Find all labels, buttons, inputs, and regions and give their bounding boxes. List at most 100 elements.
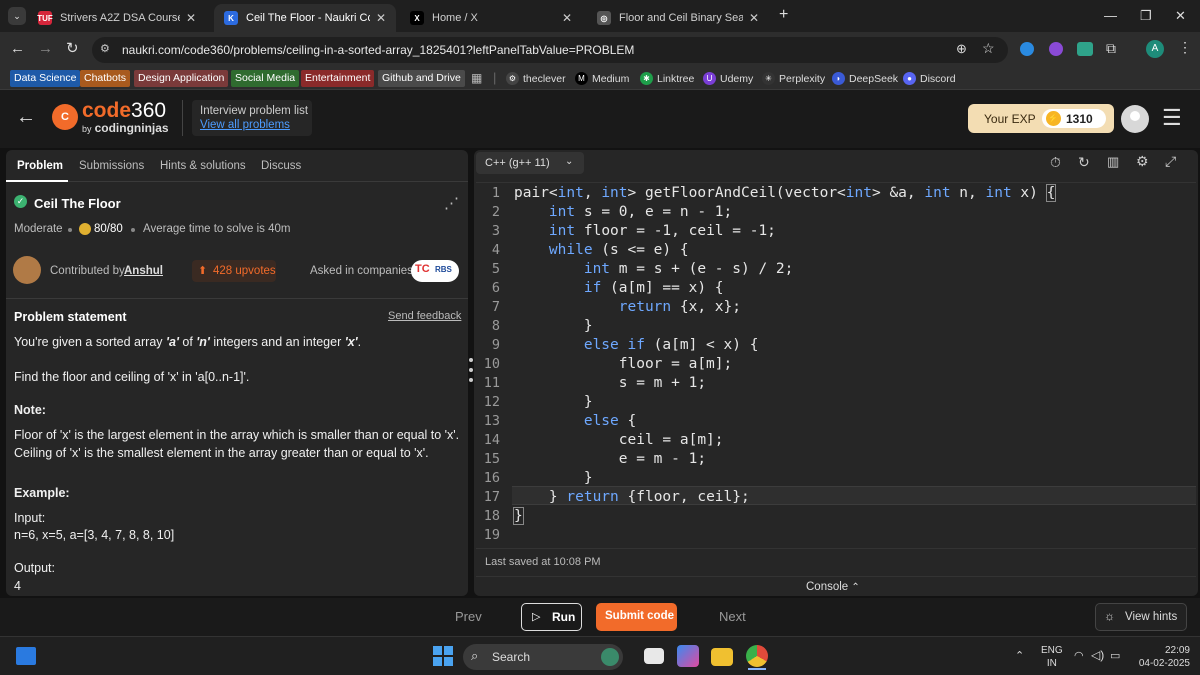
next-button[interactable]: Next <box>719 609 746 624</box>
bookmark-star-icon[interactable]: ☆ <box>982 40 995 57</box>
user-avatar[interactable] <box>1121 105 1149 133</box>
tab-problem[interactable]: Problem <box>17 160 63 172</box>
code-line: s = m + 1; <box>514 375 707 391</box>
language-indicator[interactable]: ENG IN <box>1041 644 1063 670</box>
resize-handle-dot[interactable] <box>469 368 473 372</box>
tab-search-icon[interactable]: ⌄ <box>8 7 26 25</box>
score-value: 80/80 <box>94 223 123 235</box>
timer-icon[interactable]: ⏱ <box>1050 154 1061 171</box>
resize-handle-dot[interactable] <box>469 358 473 362</box>
extension-icon[interactable] <box>1049 42 1063 56</box>
wifi-icon[interactable]: ◠ <box>1074 649 1084 662</box>
minimize-icon[interactable]: — <box>1104 8 1117 23</box>
bookmark-link[interactable]: ● Discord <box>903 72 956 85</box>
volume-icon[interactable]: ◁) <box>1091 648 1104 662</box>
taskbar-search[interactable]: ⌕ Search <box>463 644 623 670</box>
browser-tab[interactable]: TUF Strivers A2Z DSA Course/Sheet ✕ <box>28 4 206 32</box>
copilot-icon[interactable] <box>677 645 699 667</box>
run-label: Run <box>552 610 576 624</box>
site-back-icon[interactable]: ← <box>16 106 36 129</box>
chrome-icon[interactable] <box>746 645 768 667</box>
resize-handle-dot[interactable] <box>469 378 473 382</box>
site-info-icon[interactable]: ⚙ <box>100 42 110 55</box>
output-label: Output: <box>14 561 55 575</box>
contributed-label: Contributed by <box>50 265 125 277</box>
bookmark-folder[interactable]: Design Application <box>134 70 229 87</box>
prev-button[interactable]: Prev <box>455 609 482 624</box>
browser-menu-icon[interactable]: ⋮ <box>1178 39 1192 56</box>
code-line: else if (a[m] < x) { <box>583 337 759 353</box>
average-time: Average time to solve is 40m <box>143 223 291 235</box>
tab-hints[interactable]: Hints & solutions <box>160 160 246 172</box>
browser-tab[interactable]: ◎ Floor and Ceil Binary Search ✕ <box>587 4 769 32</box>
bookmark-folder[interactable]: Github and Drive <box>378 70 465 87</box>
windows-start-icon[interactable] <box>433 646 453 666</box>
bookmark-folder[interactable]: Social Media <box>231 70 300 87</box>
forward-arrow-icon[interactable]: → <box>38 40 53 57</box>
statement-para-1: You're given a sorted array 'a' of 'n' i… <box>14 335 362 349</box>
input-label: Input: <box>14 511 46 525</box>
difficulty-label: Moderate <box>14 223 63 235</box>
close-window-icon[interactable]: ✕ <box>1175 8 1186 24</box>
close-tab-icon[interactable]: ✕ <box>376 11 386 25</box>
apps-grid-icon[interactable]: ▦ <box>471 71 482 85</box>
clock[interactable]: 22:09 04-02-2025 <box>1130 644 1190 670</box>
fullscreen-icon[interactable]: ⤢ <box>1165 153 1176 170</box>
bookmark-link[interactable]: ✳ Perplexity <box>762 72 825 85</box>
bookmark-link[interactable]: U Udemy <box>703 72 753 85</box>
line-number: 6 <box>491 280 500 296</box>
browser-tab[interactable]: K Ceil The Floor - Naukri Code 36 ✕ <box>214 4 396 32</box>
restore-icon[interactable]: ❐ <box>1140 8 1152 24</box>
extensions-puzzle-icon[interactable]: ⧉ <box>1106 40 1116 57</box>
tray-chevron-icon[interactable]: ⌃ <box>1015 649 1024 662</box>
submit-button[interactable]: Submit code <box>596 603 677 631</box>
reset-icon[interactable]: ↻ <box>1078 154 1090 171</box>
company-logos[interactable]: TC RBS <box>411 260 459 282</box>
hamburger-menu-icon[interactable]: ☰ <box>1162 107 1182 129</box>
run-button[interactable]: ▷ Run <box>521 603 582 631</box>
zoom-icon[interactable]: ⊕ <box>956 41 967 57</box>
active-app-indicator <box>748 668 766 670</box>
contributor-link[interactable]: Anshul <box>124 265 163 277</box>
extension-icon[interactable] <box>1077 42 1093 56</box>
send-feedback-link[interactable]: Send feedback <box>388 310 461 322</box>
bookmark-folder[interactable]: Entertainment <box>301 70 375 87</box>
close-tab-icon[interactable]: ✕ <box>749 11 759 25</box>
bookmark-folder[interactable]: Chatbots <box>80 70 131 87</box>
bookmark-link[interactable]: ✱ Linktree <box>640 72 694 85</box>
layout-icon[interactable]: ▥ <box>1107 154 1119 170</box>
lightbulb-icon: ☼ <box>1104 609 1115 623</box>
close-tab-icon[interactable]: ✕ <box>186 11 196 25</box>
url-text[interactable]: naukri.com/code360/problems/ceiling-in-a… <box>122 43 634 57</box>
bookmark-link[interactable]: ⚙ theclever <box>506 72 566 85</box>
code-line: while (s <= e) { <box>548 242 689 258</box>
logo-wordmark[interactable]: code360 <box>82 100 166 122</box>
back-arrow-icon[interactable]: ← <box>10 40 25 57</box>
file-explorer-icon[interactable] <box>711 648 733 666</box>
browser-tab[interactable]: X Home / X ✕ <box>400 4 582 32</box>
settings-gear-icon[interactable]: ⚙ <box>1136 153 1149 170</box>
close-tab-icon[interactable]: ✕ <box>562 11 572 25</box>
widgets-icon[interactable] <box>16 647 36 665</box>
tab-submissions[interactable]: Submissions <box>79 160 144 172</box>
new-tab-icon[interactable]: + <box>779 6 788 24</box>
exp-label: Your EXP <box>984 112 1036 126</box>
view-all-problems-link[interactable]: View all problems <box>200 119 290 131</box>
reload-icon[interactable]: ↻ <box>66 39 79 57</box>
extension-icon[interactable] <box>1020 42 1034 56</box>
bookmark-label: Medium <box>592 72 630 85</box>
view-hints-button[interactable]: ☼ View hints <box>1095 603 1187 631</box>
line-number: 8 <box>491 318 500 334</box>
bookmark-link[interactable]: M Medium <box>575 72 629 85</box>
coin-icon <box>79 223 91 235</box>
profile-avatar[interactable]: A <box>1146 40 1164 58</box>
console-toggle[interactable]: Console ⌃ <box>806 581 860 593</box>
note-ceiling: Ceiling of 'x' is the smallest element i… <box>14 446 429 460</box>
share-icon[interactable]: ⋰ <box>444 194 459 212</box>
battery-icon[interactable]: ▭ <box>1110 649 1120 662</box>
tab-discuss[interactable]: Discuss <box>261 160 301 172</box>
bookmark-folder[interactable]: Data Science <box>10 70 81 87</box>
bookmark-link[interactable]: ◗ DeepSeek <box>832 72 898 85</box>
task-view-icon[interactable] <box>644 648 664 664</box>
code-line: int s = 0, e = n - 1; <box>548 204 733 220</box>
